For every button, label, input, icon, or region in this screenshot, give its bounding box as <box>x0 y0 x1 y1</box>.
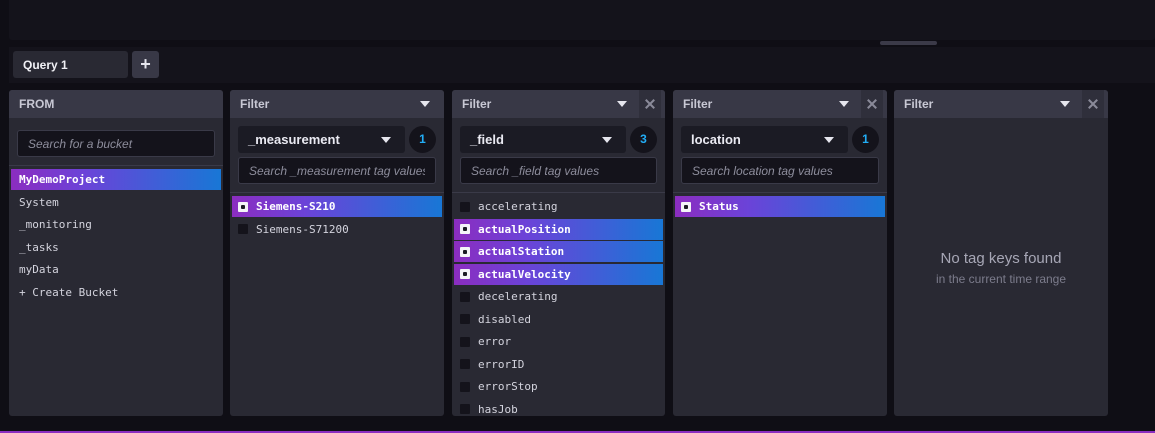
chevron-down-icon[interactable] <box>839 101 849 107</box>
checkbox-icon <box>238 201 248 212</box>
tag-value-label: Status <box>699 200 739 213</box>
tag-value-item[interactable]: accelerating <box>454 196 663 217</box>
filter-header[interactable]: Filter <box>894 90 1108 118</box>
tag-value-label: Siemens-S71200 <box>256 222 349 236</box>
tag-value-list: Siemens-S210 Siemens-S71200 <box>230 193 444 240</box>
tag-value-item[interactable]: actualPosition <box>454 218 663 240</box>
query-builder: Query 1 + FROM MyDemoProject System _mon… <box>0 0 1155 433</box>
tag-key-value: _measurement <box>248 132 340 147</box>
tag-value-label: errorID <box>478 357 525 371</box>
tag-value-label: error <box>478 335 512 348</box>
tag-value-label: decelerating <box>478 290 558 303</box>
tag-value-label: Siemens-S210 <box>256 200 336 213</box>
bucket-search-input[interactable] <box>17 130 215 157</box>
tag-value-label: actualVelocity <box>478 267 571 281</box>
tag-value-item[interactable]: decelerating <box>454 286 663 307</box>
chevron-down-icon <box>824 136 834 143</box>
close-icon[interactable] <box>861 90 883 118</box>
tag-key-value: location <box>691 132 741 147</box>
empty-state: No tag keys found in the current time ra… <box>894 250 1108 286</box>
tag-value-item[interactable]: Siemens-S210 <box>232 196 442 217</box>
tag-key-dropdown[interactable]: location <box>681 126 848 153</box>
checkbox-icon <box>460 269 470 279</box>
checkbox-icon <box>460 314 470 324</box>
from-title: FROM <box>19 97 55 111</box>
tag-value-label: disabled <box>478 312 531 326</box>
filter-title: Filter <box>462 97 492 111</box>
chevron-down-icon <box>602 136 612 143</box>
selected-count-badge: 1 <box>852 126 879 153</box>
chevron-down-icon[interactable] <box>1060 101 1070 107</box>
tag-value-item[interactable]: Siemens-S71200 <box>232 219 442 240</box>
filter-card-measurement: Filter _measurement 1 Siemens-S210 Sieme… <box>230 90 444 416</box>
tag-value-item[interactable]: error <box>454 331 663 352</box>
tag-value-item[interactable]: errorStop <box>454 376 663 397</box>
tag-value-list: accelerating actualPosition actualStatio… <box>452 193 665 416</box>
filter-title: Filter <box>904 97 934 111</box>
close-icon[interactable] <box>1082 90 1104 118</box>
selected-count-badge: 1 <box>409 126 436 153</box>
empty-state-subtitle: in the current time range <box>935 272 1067 286</box>
tag-value-search-input[interactable] <box>238 157 436 184</box>
chevron-down-icon[interactable] <box>420 101 430 107</box>
tag-key-dropdown[interactable]: _measurement <box>238 126 405 153</box>
checkbox-icon <box>460 246 470 257</box>
tag-value-label: hasJob <box>478 402 518 416</box>
tag-value-item[interactable]: actualStation <box>454 241 663 262</box>
tag-value-label: errorStop <box>478 380 538 393</box>
tag-value-item[interactable]: Status <box>675 196 885 217</box>
tag-value-search-input[interactable] <box>681 157 879 184</box>
graph-preview-area <box>9 0 1155 40</box>
empty-state-title: No tag keys found <box>940 250 1062 267</box>
query-tabs-bar: Query 1 + <box>9 47 1155 83</box>
resize-handle[interactable] <box>880 41 937 45</box>
filter-card-field: Filter _field 3 accelerating actualPosit… <box>452 90 665 416</box>
checkbox-icon <box>238 224 248 234</box>
selected-count-badge: 3 <box>630 126 657 153</box>
tag-value-item[interactable]: disabled <box>454 309 663 330</box>
checkbox-icon <box>681 201 691 212</box>
bucket-item[interactable]: MyDemoProject <box>11 169 221 190</box>
from-card: FROM MyDemoProject System _monitoring _t… <box>9 90 223 416</box>
tag-key-dropdown[interactable]: _field <box>460 126 626 153</box>
bucket-item[interactable]: myData <box>11 259 221 280</box>
bucket-item[interactable]: _monitoring <box>11 214 221 235</box>
chevron-down-icon <box>381 136 391 143</box>
checkbox-icon <box>460 291 470 302</box>
from-header: FROM <box>9 90 223 118</box>
filter-header[interactable]: Filter <box>673 90 887 118</box>
checkbox-icon <box>460 224 470 234</box>
tag-key-value: _field <box>470 132 504 147</box>
checkbox-icon <box>460 404 470 414</box>
checkbox-icon <box>460 201 470 212</box>
chevron-down-icon[interactable] <box>617 101 627 107</box>
filter-header[interactable]: Filter <box>230 90 444 118</box>
tag-value-item[interactable]: hasJob <box>454 399 663 417</box>
tag-value-label: accelerating <box>478 200 558 213</box>
close-icon[interactable] <box>639 90 661 118</box>
tag-value-list: Status <box>673 193 887 217</box>
query-tab-1[interactable]: Query 1 <box>13 51 128 78</box>
bucket-list: MyDemoProject System _monitoring _tasks … <box>9 166 223 303</box>
add-query-button[interactable]: + <box>132 51 159 78</box>
filter-title: Filter <box>683 97 713 111</box>
checkbox-icon <box>460 336 470 347</box>
checkbox-icon <box>460 359 470 369</box>
tag-value-item[interactable]: actualVelocity <box>454 263 663 285</box>
bucket-item[interactable]: System <box>11 192 221 213</box>
tag-value-item[interactable]: errorID <box>454 354 663 375</box>
checkbox-icon <box>460 381 470 392</box>
create-bucket-button[interactable]: + Create Bucket <box>11 282 221 303</box>
filter-header[interactable]: Filter <box>452 90 665 118</box>
filter-card-location: Filter location 1 Status <box>673 90 887 416</box>
tag-value-label: actualPosition <box>478 222 571 236</box>
tag-value-label: actualStation <box>478 245 565 258</box>
filter-card-empty: Filter No tag keys found in the current … <box>894 90 1108 416</box>
tag-value-search-input[interactable] <box>460 157 657 184</box>
filter-title: Filter <box>240 97 270 111</box>
bucket-item[interactable]: _tasks <box>11 237 221 258</box>
